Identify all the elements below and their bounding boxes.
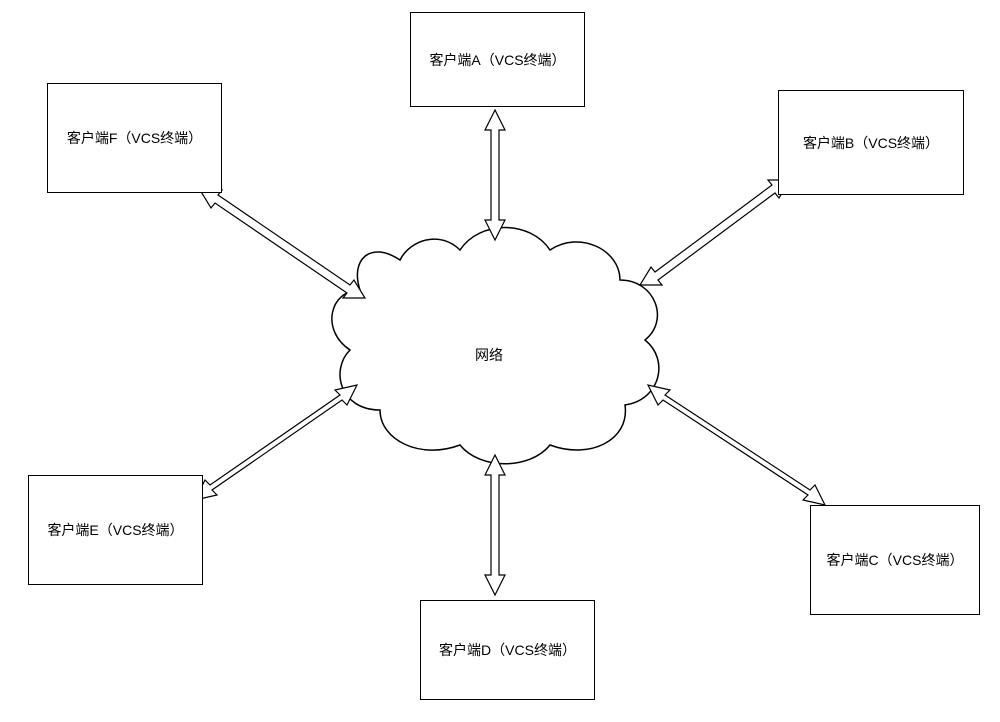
client-d-label: 客户端D（VCS终端） [439,640,576,660]
arrow-d [485,455,505,595]
client-b-box: 客户端B（VCS终端） [778,90,964,195]
client-f-label: 客户端F（VCS终端） [67,128,202,148]
arrow-f [200,190,365,298]
arrow-c [648,385,825,505]
network-label: 网络 [475,345,503,365]
arrow-e [195,385,357,500]
client-c-label: 客户端C（VCS终端） [827,550,964,570]
arrow-b [640,180,790,285]
client-a-label: 客户端A（VCS终端） [429,50,565,70]
arrow-a [485,110,505,240]
client-c-box: 客户端C（VCS终端） [810,505,980,615]
client-b-label: 客户端B（VCS终端） [803,133,939,153]
client-e-box: 客户端E（VCS终端） [28,475,203,585]
client-f-box: 客户端F（VCS终端） [47,83,222,193]
client-d-box: 客户端D（VCS终端） [420,600,595,700]
client-e-label: 客户端E（VCS终端） [47,520,183,540]
client-a-box: 客户端A（VCS终端） [410,12,585,107]
